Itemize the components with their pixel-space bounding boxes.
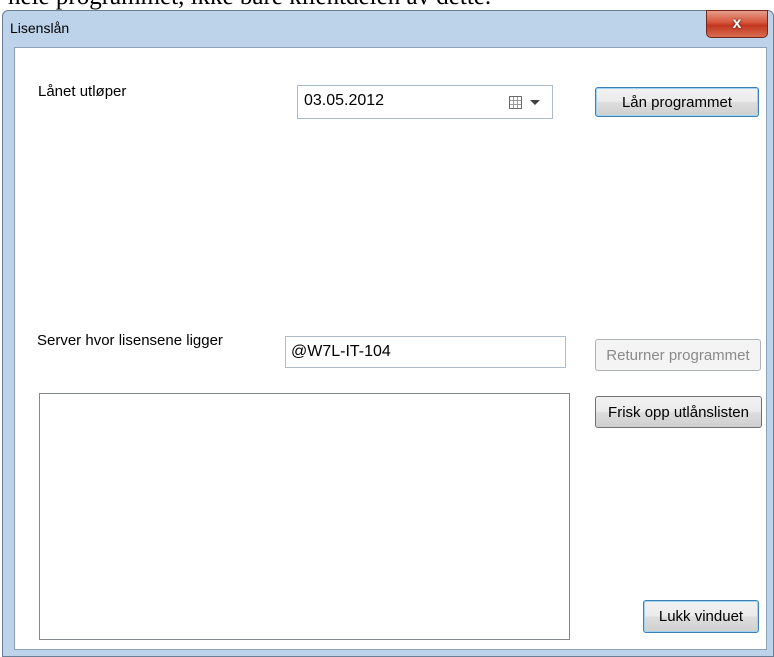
loan-expires-value: 03.05.2012 bbox=[304, 92, 385, 109]
borrow-program-button[interactable]: Lån programmet bbox=[595, 87, 759, 117]
server-value: @W7L-IT-104 bbox=[291, 343, 391, 360]
calendar-icon[interactable] bbox=[509, 96, 522, 109]
close-dialog-button[interactable]: Lukk vinduet bbox=[643, 600, 759, 633]
server-input[interactable]: @W7L-IT-104 bbox=[285, 336, 566, 368]
return-program-button[interactable]: Returner programmet bbox=[595, 339, 761, 371]
loan-expires-date-picker[interactable]: 03.05.2012 bbox=[297, 85, 553, 119]
close-window-button[interactable]: x bbox=[706, 10, 768, 38]
loans-listbox[interactable] bbox=[39, 393, 570, 640]
chevron-down-icon[interactable] bbox=[530, 100, 540, 105]
close-icon: x bbox=[732, 15, 742, 32]
window-title: Lisenslån bbox=[10, 20, 70, 36]
loan-expires-label: Lånet utløper bbox=[38, 83, 127, 100]
title-bar[interactable]: Lisenslån x bbox=[3, 10, 773, 43]
dialog-content: Lånet utløper 03.05.2012 Lån programmet … bbox=[14, 47, 767, 650]
license-loan-dialog: Lisenslån x Lånet utløper 03.05.2012 Lån… bbox=[2, 10, 774, 657]
server-label: Server hvor lisensene ligger bbox=[37, 332, 223, 349]
refresh-loans-button[interactable]: Frisk opp utlånslisten bbox=[595, 396, 762, 428]
